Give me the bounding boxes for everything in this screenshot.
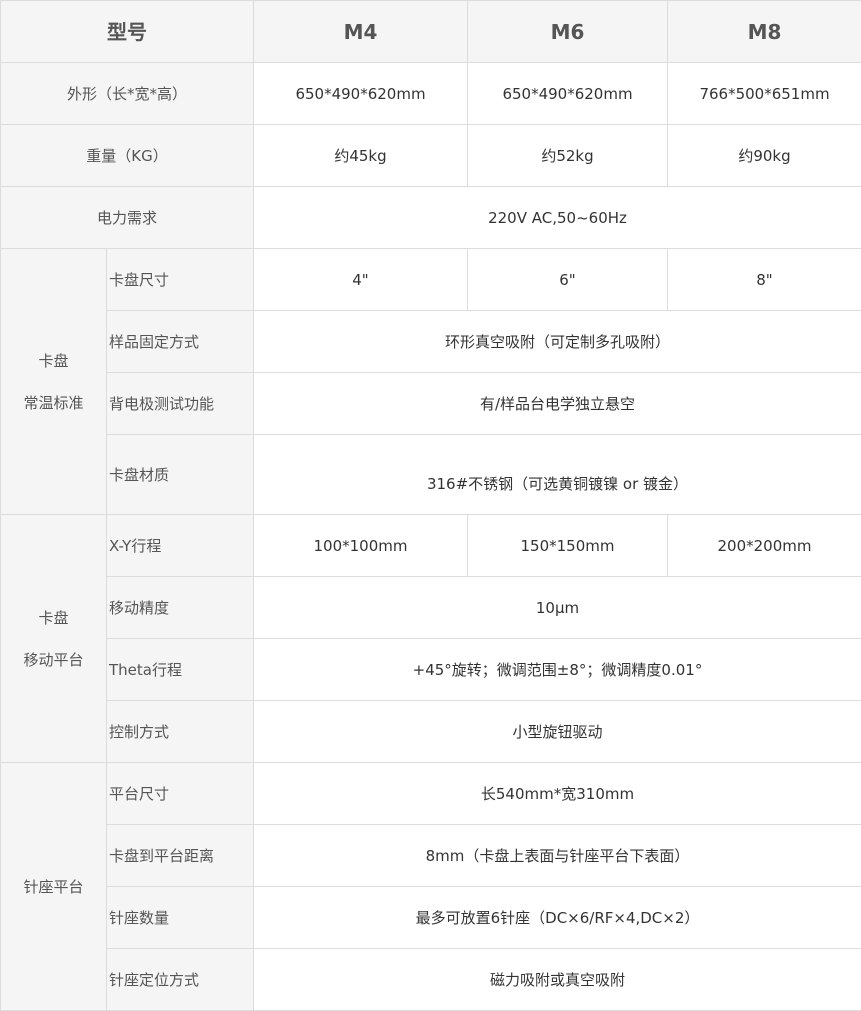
table-row-control-mode: 控制方式 小型旋钮驱动 bbox=[1, 701, 861, 763]
row-label-probe-count: 针座数量 bbox=[107, 887, 254, 949]
cell-power: 220V AC,50~60Hz bbox=[254, 187, 861, 249]
model-m4-header: M4 bbox=[254, 1, 468, 63]
row-label-chuck-size: 卡盘尺寸 bbox=[107, 249, 254, 311]
header-row: 型号 M4 M6 M8 bbox=[1, 1, 861, 63]
cell-xy-travel-m8: 200*200mm bbox=[668, 515, 861, 577]
table-row-chuck-material: 卡盘材质 316#不锈钢（可选黄铜镀镍 or 镀金） bbox=[1, 435, 861, 515]
row-label-platform-size: 平台尺寸 bbox=[107, 763, 254, 825]
cell-probe-positioning: 磁力吸附或真空吸附 bbox=[254, 949, 861, 1011]
cell-chuck-material: 316#不锈钢（可选黄铜镀镍 or 镀金） bbox=[254, 435, 861, 515]
row-label-control-mode: 控制方式 bbox=[107, 701, 254, 763]
cell-move-precision: 10µm bbox=[254, 577, 861, 639]
table-row-probe-count: 针座数量 最多可放置6针座（DC×6/RF×4,DC×2） bbox=[1, 887, 861, 949]
group-label-chuck-move: 卡盘 移动平台 bbox=[1, 515, 107, 763]
table-row-probe-positioning: 针座定位方式 磁力吸附或真空吸附 bbox=[1, 949, 861, 1011]
cell-chuck-platform-distance: 8mm（卡盘上表面与针座平台下表面） bbox=[254, 825, 861, 887]
cell-control-mode: 小型旋钮驱动 bbox=[254, 701, 861, 763]
cell-chuck-size-m6: 6" bbox=[468, 249, 668, 311]
row-label-probe-positioning: 针座定位方式 bbox=[107, 949, 254, 1011]
row-label-sample-fixing: 样品固定方式 bbox=[107, 311, 254, 373]
group-label-chuck-std: 卡盘 常温标准 bbox=[1, 249, 107, 515]
model-header-label: 型号 bbox=[1, 1, 254, 63]
table-row-move-precision: 移动精度 10µm bbox=[1, 577, 861, 639]
table-row-power: 电力需求 220V AC,50~60Hz bbox=[1, 187, 861, 249]
row-label-dimensions: 外形（长*宽*高） bbox=[1, 63, 254, 125]
cell-weight-m6: 约52kg bbox=[468, 125, 668, 187]
cell-weight-m8: 约90kg bbox=[668, 125, 861, 187]
group-label-line: 移动平台 bbox=[1, 639, 106, 681]
cell-weight-m4: 约45kg bbox=[254, 125, 468, 187]
cell-dimensions-m6: 650*490*620mm bbox=[468, 63, 668, 125]
row-label-back-electrode: 背电极测试功能 bbox=[107, 373, 254, 435]
cell-dimensions-m8: 766*500*651mm bbox=[668, 63, 861, 125]
row-label-xy-travel: X-Y行程 bbox=[107, 515, 254, 577]
row-label-chuck-material: 卡盘材质 bbox=[107, 435, 254, 515]
cell-chuck-size-m8: 8" bbox=[668, 249, 861, 311]
model-m6-header: M6 bbox=[468, 1, 668, 63]
cell-sample-fixing: 环形真空吸附（可定制多孔吸附） bbox=[254, 311, 861, 373]
table-row-dimensions: 外形（长*宽*高） 650*490*620mm 650*490*620mm 76… bbox=[1, 63, 861, 125]
group-label-line: 常温标准 bbox=[1, 382, 106, 424]
row-label-chuck-platform-distance: 卡盘到平台距离 bbox=[107, 825, 254, 887]
cell-chuck-size-m4: 4" bbox=[254, 249, 468, 311]
group-label-line: 卡盘 bbox=[1, 597, 106, 639]
table-row-xy-travel: 卡盘 移动平台 X-Y行程 100*100mm 150*150mm 200*20… bbox=[1, 515, 861, 577]
table-row-weight: 重量（KG） 约45kg 约52kg 约90kg bbox=[1, 125, 861, 187]
table-row-theta-travel: Theta行程 +45°旋转；微调范围±8°；微调精度0.01° bbox=[1, 639, 861, 701]
table-row-platform-size: 针座平台 平台尺寸 长540mm*宽310mm bbox=[1, 763, 861, 825]
row-label-move-precision: 移动精度 bbox=[107, 577, 254, 639]
cell-theta-travel: +45°旋转；微调范围±8°；微调精度0.01° bbox=[254, 639, 861, 701]
cell-back-electrode: 有/样品台电学独立悬空 bbox=[254, 373, 861, 435]
spec-table: 型号 M4 M6 M8 外形（长*宽*高） 650*490*620mm 650*… bbox=[0, 0, 861, 1011]
cell-dimensions-m4: 650*490*620mm bbox=[254, 63, 468, 125]
row-label-weight: 重量（KG） bbox=[1, 125, 254, 187]
group-label-line: 卡盘 bbox=[1, 340, 106, 382]
table-row-sample-fixing: 样品固定方式 环形真空吸附（可定制多孔吸附） bbox=[1, 311, 861, 373]
table-row-chuck-size: 卡盘 常温标准 卡盘尺寸 4" 6" 8" bbox=[1, 249, 861, 311]
cell-xy-travel-m6: 150*150mm bbox=[468, 515, 668, 577]
group-label-probe-platform: 针座平台 bbox=[1, 763, 107, 1011]
cell-platform-size: 长540mm*宽310mm bbox=[254, 763, 861, 825]
row-label-theta-travel: Theta行程 bbox=[107, 639, 254, 701]
row-label-power: 电力需求 bbox=[1, 187, 254, 249]
model-m8-header: M8 bbox=[668, 1, 861, 63]
table-row-back-electrode: 背电极测试功能 有/样品台电学独立悬空 bbox=[1, 373, 861, 435]
cell-probe-count: 最多可放置6针座（DC×6/RF×4,DC×2） bbox=[254, 887, 861, 949]
cell-xy-travel-m4: 100*100mm bbox=[254, 515, 468, 577]
table-row-chuck-platform-distance: 卡盘到平台距离 8mm（卡盘上表面与针座平台下表面） bbox=[1, 825, 861, 887]
